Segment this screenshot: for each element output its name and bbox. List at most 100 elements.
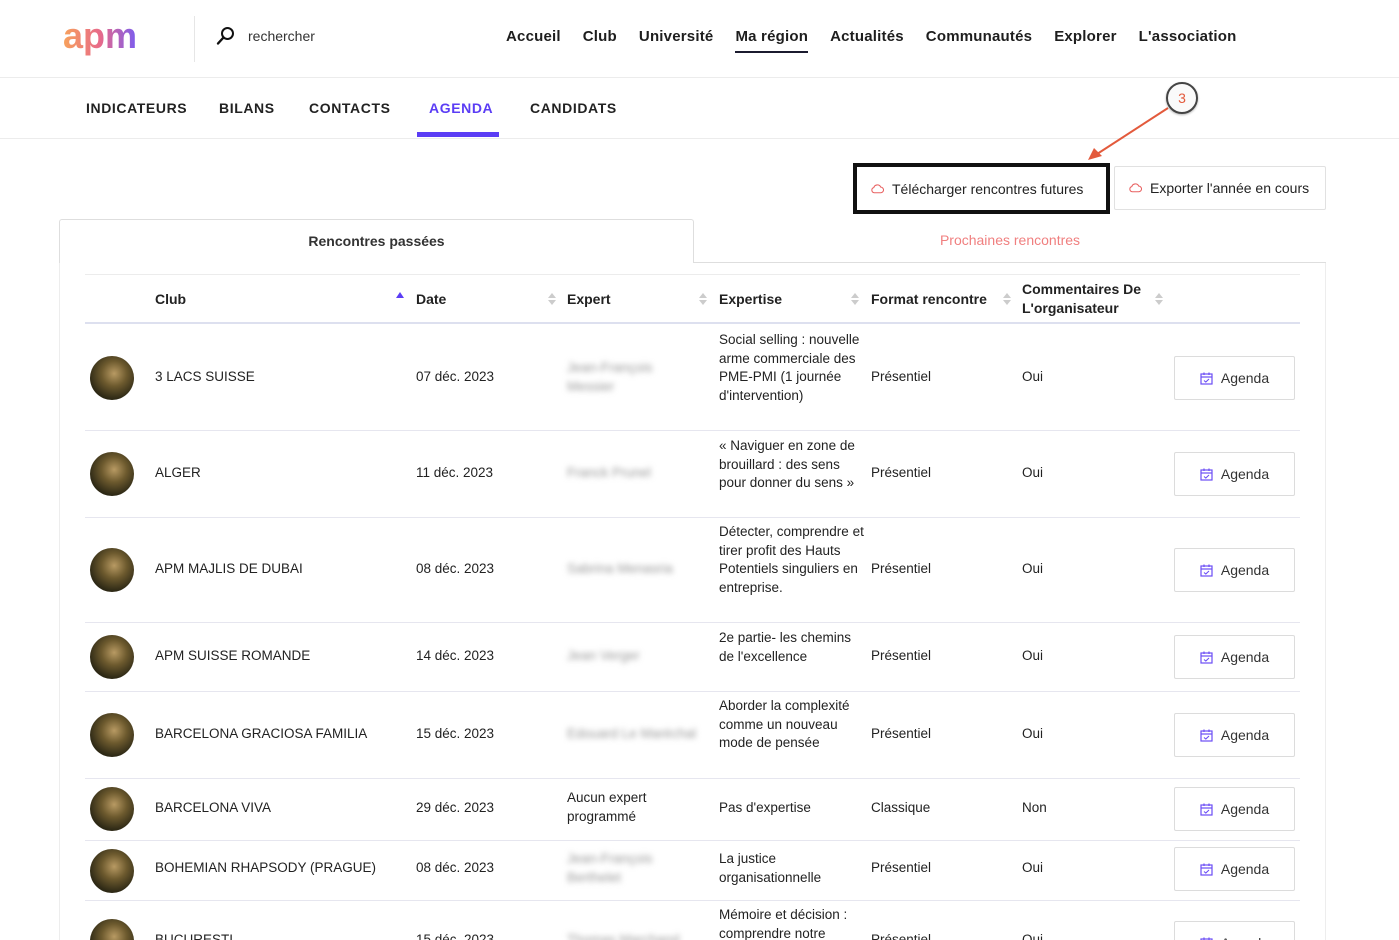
- expert-name: Jean-François Messier: [567, 360, 653, 394]
- comment-text: Non: [1022, 800, 1047, 815]
- comment-text: Oui: [1022, 369, 1044, 384]
- calendar-icon: [1200, 372, 1213, 385]
- column-header-club[interactable]: Club: [155, 275, 385, 323]
- expert-name: Sabrina Menasria: [567, 561, 673, 576]
- agenda-button[interactable]: Agenda: [1174, 787, 1295, 831]
- sort-asc-icon[interactable]: [396, 291, 404, 307]
- column-header-date[interactable]: Date: [416, 275, 546, 323]
- agenda-button[interactable]: Agenda: [1174, 713, 1295, 757]
- calendar-icon: [1200, 564, 1213, 577]
- comment-text: Oui: [1022, 465, 1044, 480]
- meetings-tabs: Rencontres passées Prochaines rencontres: [59, 219, 1326, 263]
- nav-association[interactable]: L'association: [1139, 28, 1237, 53]
- meeting-date: 11 déc. 2023: [416, 465, 494, 480]
- agenda-button[interactable]: Agenda: [1174, 452, 1295, 496]
- comment-text: Oui: [1022, 648, 1044, 663]
- tab-indicateurs[interactable]: INDICATEURS: [86, 79, 187, 138]
- top-header: apm rechercher Accueil Club Université M…: [0, 0, 1399, 78]
- club-name[interactable]: APM MAJLIS DE DUBAI: [155, 560, 395, 579]
- search-box[interactable]: rechercher: [216, 24, 315, 48]
- calendar-icon: [1200, 468, 1213, 481]
- club-avatar: [90, 787, 134, 831]
- agenda-button[interactable]: Agenda: [1174, 847, 1295, 891]
- club-name[interactable]: BARCELONA VIVA: [155, 799, 395, 818]
- expertise-text: 2e partie- les chemins de l'excellence: [719, 630, 852, 664]
- active-tab-indicator: [417, 132, 499, 137]
- expertise-text: « Naviguer en zone de brouillard : des s…: [719, 438, 855, 491]
- meeting-date: 07 déc. 2023: [416, 369, 495, 384]
- column-header-expert[interactable]: Expert: [567, 275, 697, 323]
- nav-actualites[interactable]: Actualités: [830, 28, 904, 53]
- expert-name: Jean Verger: [567, 648, 640, 663]
- meeting-date: 08 déc. 2023: [416, 561, 495, 576]
- comment-text: Oui: [1022, 932, 1044, 940]
- nav-communautes[interactable]: Communautés: [926, 28, 1032, 53]
- sort-icon[interactable]: [1003, 291, 1011, 307]
- agenda-button-label: Agenda: [1220, 649, 1270, 665]
- column-header-format[interactable]: Format rencontre: [871, 275, 1001, 323]
- nav-ma-region[interactable]: Ma région: [735, 28, 808, 53]
- calendar-icon: [1200, 651, 1213, 664]
- table-row: BARCELONA GRACIOSA FAMILIA 15 déc. 2023 …: [85, 692, 1300, 779]
- calendar-icon: [1200, 937, 1213, 940]
- expertise-text: Pas d'expertise: [719, 800, 811, 815]
- expertise-text: Social selling : nouvelle arme commercia…: [719, 332, 860, 404]
- agenda-button[interactable]: Agenda: [1174, 548, 1295, 592]
- meetings-table: Club Date Expert Expertise Format rencon…: [59, 263, 1326, 940]
- format-text: Présentiel: [871, 726, 932, 741]
- main-nav: Accueil Club Université Ma région Actual…: [506, 28, 1237, 53]
- club-avatar: [90, 919, 134, 940]
- table-row: 3 LACS SUISSE 07 déc. 2023 Jean-François…: [85, 325, 1300, 431]
- nav-accueil[interactable]: Accueil: [506, 28, 561, 53]
- expertise-text: La justice organisationnelle: [719, 851, 822, 885]
- column-header-comments[interactable]: Commentaires De L'organisateur: [1022, 275, 1156, 323]
- club-name[interactable]: 3 LACS SUISSE: [155, 368, 395, 387]
- sort-icon[interactable]: [851, 291, 859, 307]
- calendar-icon: [1200, 863, 1213, 876]
- tab-contacts[interactable]: CONTACTS: [309, 79, 391, 138]
- agenda-button-label: Agenda: [1220, 562, 1270, 578]
- tab-past-meetings[interactable]: Rencontres passées: [59, 219, 694, 263]
- search-icon: [216, 27, 234, 45]
- sort-icon[interactable]: [699, 291, 707, 307]
- club-name[interactable]: BUCURESTI: [155, 931, 395, 940]
- highlight-box: [853, 163, 1110, 214]
- comment-text: Oui: [1022, 860, 1044, 875]
- format-text: Présentiel: [871, 465, 932, 480]
- sort-icon[interactable]: [548, 291, 556, 307]
- nav-universite[interactable]: Université: [639, 28, 714, 53]
- agenda-button[interactable]: Agenda: [1174, 921, 1295, 940]
- tab-agenda[interactable]: AGENDA: [429, 79, 493, 138]
- club-avatar: [90, 635, 134, 679]
- calendar-icon: [1200, 729, 1213, 742]
- club-name[interactable]: BOHEMIAN RHAPSODY (PRAGUE): [155, 859, 395, 878]
- format-text: Présentiel: [871, 932, 932, 940]
- tab-candidats[interactable]: CANDIDATS: [530, 79, 617, 138]
- tab-future-meetings[interactable]: Prochaines rencontres: [694, 219, 1326, 263]
- expert-name: Franck Prunel: [567, 465, 652, 480]
- export-current-year-button[interactable]: Exporter l'année en cours: [1114, 166, 1326, 210]
- expert-name: Thomas Marchand: [567, 932, 680, 940]
- table-row: BUCURESTI 15 déc. 2023 Thomas Marchand M…: [85, 901, 1300, 940]
- search-input[interactable]: rechercher: [248, 28, 315, 44]
- agenda-button[interactable]: Agenda: [1174, 635, 1295, 679]
- table-row: BARCELONA VIVA 29 déc. 2023 Aucun expert…: [85, 779, 1300, 841]
- format-text: Présentiel: [871, 648, 932, 663]
- column-header-expertise[interactable]: Expertise: [719, 275, 849, 323]
- apm-logo[interactable]: apm: [63, 20, 165, 60]
- meeting-date: 08 déc. 2023: [416, 860, 495, 875]
- club-name[interactable]: APM SUISSE ROMANDE: [155, 647, 395, 666]
- agenda-button-label: Agenda: [1220, 466, 1270, 482]
- agenda-button[interactable]: Agenda: [1174, 356, 1295, 400]
- club-name[interactable]: ALGER: [155, 464, 395, 483]
- annotation-arrow: [1088, 107, 1169, 160]
- export-button-label: Exporter l'année en cours: [1150, 180, 1310, 196]
- nav-club[interactable]: Club: [583, 28, 617, 53]
- sort-icon[interactable]: [1155, 291, 1163, 307]
- tab-bilans[interactable]: BILANS: [219, 79, 275, 138]
- cloud-download-icon: [1129, 183, 1142, 193]
- nav-explorer[interactable]: Explorer: [1054, 28, 1116, 53]
- club-name[interactable]: BARCELONA GRACIOSA FAMILIA: [155, 725, 395, 744]
- format-text: Présentiel: [871, 369, 932, 384]
- expert-name: Edouard Le Maréchal: [567, 726, 697, 741]
